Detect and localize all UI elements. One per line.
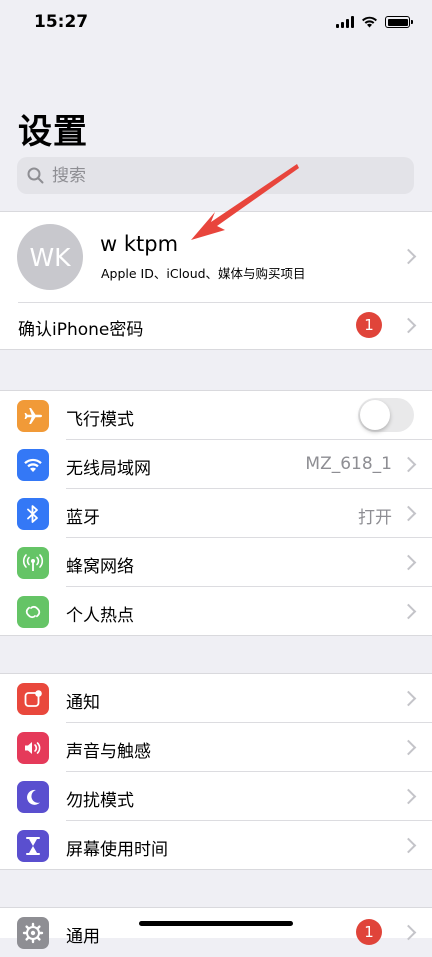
chevron-right-icon bbox=[400, 924, 417, 941]
airplane-mode-row: 飞行模式 bbox=[0, 391, 432, 440]
bluetooth-row[interactable]: 蓝牙 打开 bbox=[0, 489, 432, 538]
sounds-row[interactable]: 声音与触感 bbox=[0, 723, 432, 772]
chevron-right-icon bbox=[400, 317, 417, 334]
notifications-label: 通知 bbox=[66, 693, 100, 713]
battery-icon bbox=[385, 16, 413, 28]
profile-name: w ktpm bbox=[100, 232, 179, 256]
avatar-initials: WK bbox=[29, 242, 71, 272]
cellular-label: 蜂窝网络 bbox=[66, 557, 134, 577]
dnd-label: 勿扰模式 bbox=[66, 791, 134, 811]
airplane-mode-label: 飞行模式 bbox=[66, 410, 134, 430]
bluetooth-icon bbox=[17, 498, 49, 530]
toggle-knob bbox=[360, 400, 390, 430]
confirm-password-row[interactable]: 确认iPhone密码 1 bbox=[0, 301, 432, 349]
alerts-group: 通知 声音与触感 勿扰模式 屏幕使用时间 bbox=[0, 673, 432, 870]
screen-time-row[interactable]: 屏幕使用时间 bbox=[0, 821, 432, 869]
dnd-row[interactable]: 勿扰模式 bbox=[0, 772, 432, 821]
bluetooth-label: 蓝牙 bbox=[66, 508, 100, 528]
status-icons bbox=[336, 16, 413, 28]
gear-icon bbox=[17, 917, 49, 949]
avatar: WK bbox=[17, 224, 83, 290]
wifi-label: 无线局域网 bbox=[66, 459, 151, 479]
hotspot-label: 个人热点 bbox=[66, 606, 134, 626]
hourglass-icon bbox=[17, 830, 49, 862]
chevron-right-icon bbox=[400, 456, 417, 473]
airplane-icon bbox=[17, 400, 49, 432]
notification-icon bbox=[17, 683, 49, 715]
chevron-right-icon bbox=[400, 603, 417, 620]
cellular-row[interactable]: 蜂窝网络 bbox=[0, 538, 432, 587]
page-title: 设置 bbox=[18, 112, 88, 152]
connectivity-group: 飞行模式 无线局域网 MZ_618_1 蓝牙 打开 蜂窝网络 个人热点 bbox=[0, 390, 432, 636]
antenna-icon bbox=[17, 547, 49, 579]
chevron-right-icon bbox=[400, 554, 417, 571]
notification-badge: 1 bbox=[356, 919, 382, 945]
bluetooth-status-value: 打开 bbox=[358, 508, 392, 528]
chevron-right-icon bbox=[400, 690, 417, 707]
hotspot-row[interactable]: 个人热点 bbox=[0, 587, 432, 635]
chevron-right-icon bbox=[400, 505, 417, 522]
chevron-right-icon bbox=[400, 788, 417, 805]
wifi-status-icon bbox=[362, 16, 377, 28]
search-icon bbox=[27, 167, 44, 184]
sounds-label: 声音与触感 bbox=[66, 742, 151, 762]
status-bar: 15:27 bbox=[0, 0, 432, 48]
notifications-row[interactable]: 通知 bbox=[0, 674, 432, 723]
general-label: 通用 bbox=[66, 927, 100, 947]
confirm-password-label: 确认iPhone密码 bbox=[18, 320, 144, 340]
cellular-signal-icon bbox=[336, 16, 354, 28]
red-arrow-annotation bbox=[191, 164, 299, 240]
wifi-icon bbox=[17, 449, 49, 481]
general-row[interactable]: 通用 1 bbox=[0, 908, 432, 957]
speaker-icon bbox=[17, 732, 49, 764]
moon-icon bbox=[17, 781, 49, 813]
screen-time-label: 屏幕使用时间 bbox=[66, 840, 168, 860]
status-time: 15:27 bbox=[34, 12, 89, 32]
profile-subtitle: Apple ID、iCloud、媒体与购买项目 bbox=[101, 266, 306, 281]
chevron-right-icon bbox=[400, 837, 417, 854]
wifi-network-value: MZ_618_1 bbox=[305, 454, 392, 474]
chevron-right-icon bbox=[400, 248, 417, 265]
wifi-row[interactable]: 无线局域网 MZ_618_1 bbox=[0, 440, 432, 489]
chevron-right-icon bbox=[400, 739, 417, 756]
home-indicator[interactable] bbox=[139, 921, 293, 926]
link-icon bbox=[17, 596, 49, 628]
airplane-mode-toggle[interactable] bbox=[358, 398, 414, 432]
notification-badge: 1 bbox=[356, 312, 382, 338]
